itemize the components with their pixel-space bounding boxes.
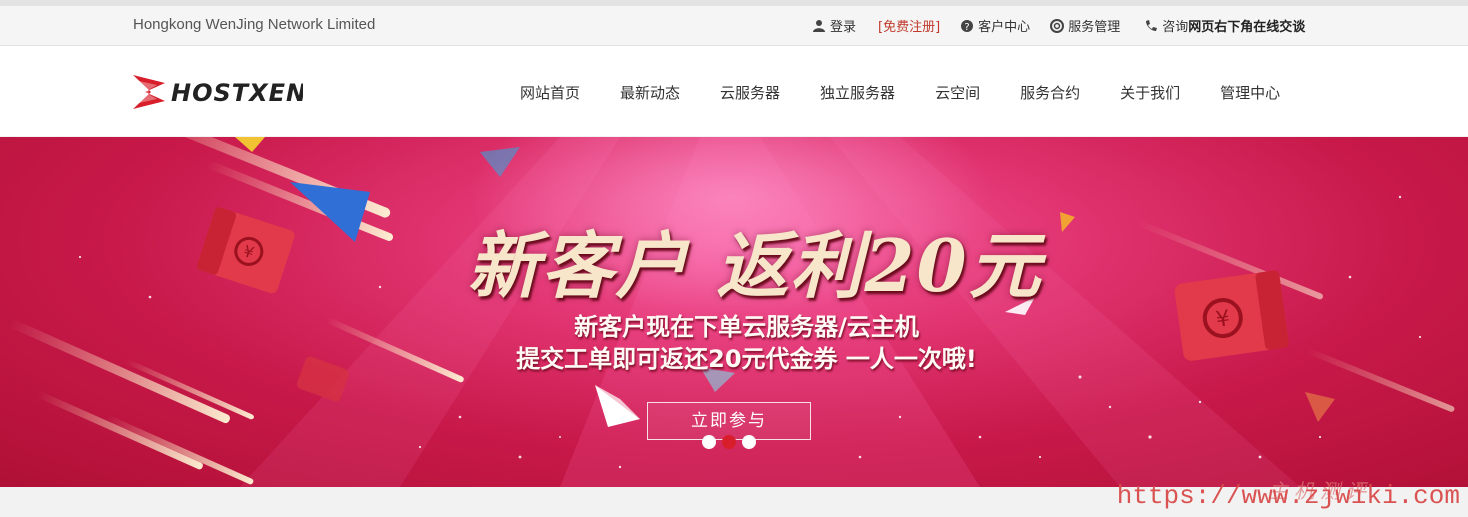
nav-cloud-server[interactable]: 云服务器 (720, 82, 780, 103)
slider-dot-3[interactable] (742, 435, 756, 449)
login-link[interactable]: 登录 (812, 16, 856, 35)
user-icon (813, 19, 825, 32)
login-label: 登录 (830, 20, 857, 35)
help-circle-icon: ? (961, 19, 974, 33)
top-links: 登录 [免费注册] ? 客户中心 服务管理 咨询 网页右下角在线交谈 (812, 16, 1305, 35)
watermark-url: https://www.zjwiki.com (1116, 481, 1460, 511)
logo-text: HOSTXEN (171, 79, 303, 107)
company-name: Hongkong WenJing Network Limited (133, 16, 376, 33)
slider-dots (702, 435, 762, 449)
nav-cloud-hosting[interactable]: 云空间 (935, 82, 980, 103)
promo-headline: 新客户 返利20元 (467, 223, 1043, 308)
slider-dot-2[interactable] (722, 435, 736, 449)
nav-home[interactable]: 网站首页 (520, 82, 580, 103)
service-manage-link[interactable]: 服务管理 (1050, 16, 1120, 35)
register-link[interactable]: [免费注册] (878, 16, 940, 35)
svg-text:?: ? (965, 22, 970, 33)
nav-about[interactable]: 关于我们 (1120, 82, 1180, 103)
slider-dot-1[interactable] (702, 435, 716, 449)
phone-icon (1146, 19, 1158, 31)
service-manage-label: 服务管理 (1068, 20, 1121, 35)
main-header: HOSTXEN 网站首页 最新动态 云服务器 独立服务器 云空间 服务合约 关于… (0, 46, 1468, 136)
nav-news[interactable]: 最新动态 (620, 82, 680, 103)
promo-line-2: 提交工单即可返还20元代金券 一人一次哦! (516, 345, 977, 373)
client-center-label: 客户中心 (978, 20, 1031, 35)
promo-line-1: 新客户现在下单云服务器/云主机 (574, 313, 919, 341)
nav-service-agreement[interactable]: 服务合约 (1020, 82, 1080, 103)
hostxen-logo[interactable]: HOSTXEN (133, 73, 303, 111)
top-bar: Hongkong WenJing Network Limited 登录 [免费注… (0, 0, 1468, 46)
nav-admin[interactable]: 管理中心 (1220, 82, 1280, 103)
consult-prefix: 咨询 (1162, 20, 1189, 35)
client-center-link[interactable]: ? 客户中心 (960, 16, 1030, 35)
nav-dedicated-server[interactable]: 独立服务器 (820, 82, 895, 103)
promo-banner[interactable]: ¥ ¥ 新客户 返利20元 新客户现在下单云服务器/云主机 提交工单即可返还20… (0, 137, 1468, 487)
lifebuoy-icon (1050, 18, 1065, 33)
main-nav: 网站首页 最新动态 云服务器 独立服务器 云空间 服务合约 关于我们 管理中心 (520, 82, 1280, 103)
consult-link[interactable]: 咨询 网页右下角在线交谈 (1144, 16, 1305, 35)
consult-text: 网页右下角在线交谈 (1188, 20, 1306, 35)
